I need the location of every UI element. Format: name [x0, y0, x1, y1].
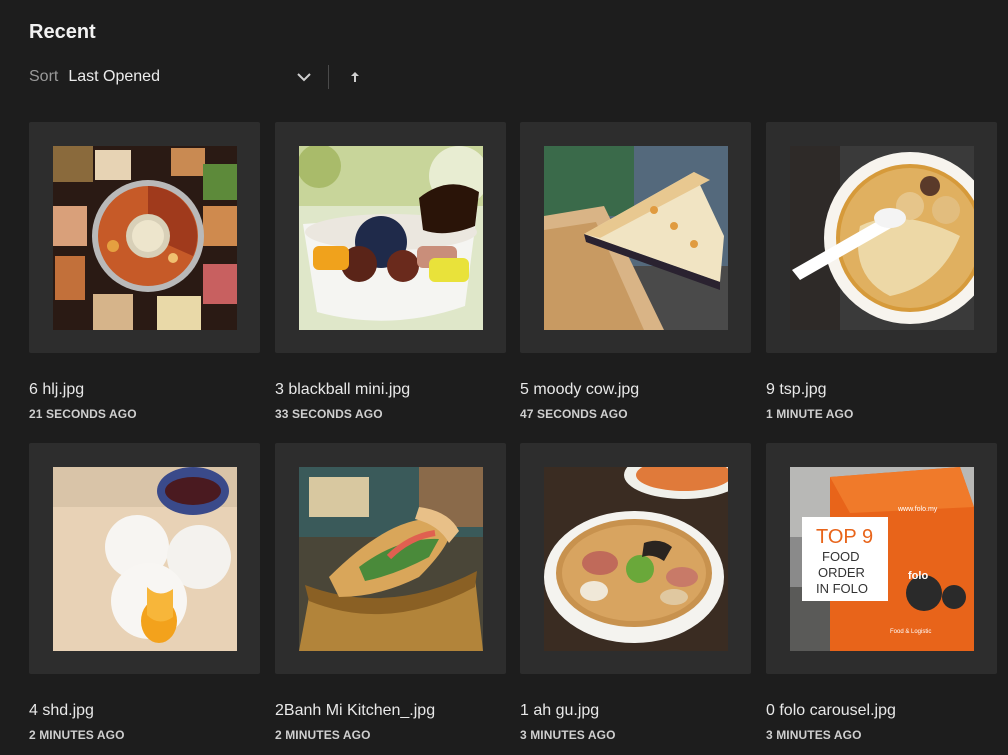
file-timestamp: 1 MINUTE AGO: [766, 407, 854, 421]
file-thumbnail[interactable]: [29, 122, 260, 353]
file-card[interactable]: 2Banh Mi Kitchen_.jpg 2 MINUTES AGO: [275, 443, 506, 742]
file-card[interactable]: 4 shd.jpg 2 MINUTES AGO: [29, 443, 260, 742]
sort-bar: Sort Last Opened: [29, 64, 363, 90]
promo-line4: IN FOLO: [816, 581, 868, 596]
promo-line2: FOOD: [822, 549, 860, 564]
file-card[interactable]: 5 moody cow.jpg 47 SECONDS AGO: [520, 122, 751, 421]
hotpot-photo: [52, 145, 237, 330]
delivery-bag-photo: www.folo.my folo Food & Logistic TOP 9 F…: [789, 466, 974, 651]
file-name[interactable]: 0 folo carousel.jpg: [766, 702, 997, 720]
file-timestamp: 21 SECONDS AGO: [29, 407, 137, 421]
ramen-photo: [543, 466, 728, 651]
file-name[interactable]: 2Banh Mi Kitchen_.jpg: [275, 702, 506, 720]
sort-dropdown-value[interactable]: Last Opened: [68, 68, 294, 86]
file-card[interactable]: 9 tsp.jpg 1 MINUTE AGO: [766, 122, 997, 421]
sort-label: Sort: [29, 68, 59, 85]
file-timestamp: 47 SECONDS AGO: [520, 407, 628, 421]
promo-line3: ORDER: [818, 565, 865, 580]
file-card[interactable]: 1 ah gu.jpg 3 MINUTES AGO: [520, 443, 751, 742]
promo-line1: TOP 9: [816, 526, 873, 548]
file-card[interactable]: 3 blackball mini.jpg 33 SECONDS AGO: [275, 122, 506, 421]
file-name[interactable]: 4 shd.jpg: [29, 702, 260, 720]
brand-text: folo: [908, 570, 928, 582]
file-thumbnail[interactable]: [520, 443, 751, 674]
file-name[interactable]: 6 hlj.jpg: [29, 381, 260, 399]
file-timestamp: 3 MINUTES AGO: [766, 728, 862, 742]
dessert-soup-photo: [789, 145, 974, 330]
file-name[interactable]: 9 tsp.jpg: [766, 381, 997, 399]
file-name[interactable]: 5 moody cow.jpg: [520, 381, 751, 399]
page-title: Recent: [29, 21, 96, 43]
site-text: www.folo.my: [897, 506, 938, 513]
sort-ascending-icon[interactable]: [347, 67, 363, 87]
file-card[interactable]: www.folo.my folo Food & Logistic TOP 9 F…: [766, 443, 997, 742]
cake-slice-photo: [543, 145, 728, 330]
file-name[interactable]: 3 blackball mini.jpg: [275, 381, 506, 399]
file-name[interactable]: 1 ah gu.jpg: [520, 702, 751, 720]
file-thumbnail[interactable]: [275, 443, 506, 674]
file-thumbnail[interactable]: www.folo.my folo Food & Logistic TOP 9 F…: [766, 443, 997, 674]
banh-mi-photo: [298, 466, 483, 651]
file-timestamp: 3 MINUTES AGO: [520, 728, 616, 742]
buns-photo: [52, 466, 237, 651]
file-thumbnail[interactable]: [275, 122, 506, 353]
file-timestamp: 2 MINUTES AGO: [29, 728, 125, 742]
tagline-text: Food & Logistic: [890, 629, 931, 635]
file-thumbnail[interactable]: [766, 122, 997, 353]
dessert-bowl-photo: [298, 145, 483, 330]
file-timestamp: 2 MINUTES AGO: [275, 728, 371, 742]
file-thumbnail[interactable]: [520, 122, 751, 353]
file-thumbnail[interactable]: [29, 443, 260, 674]
file-timestamp: 33 SECONDS AGO: [275, 407, 383, 421]
chevron-down-icon[interactable]: [294, 67, 314, 87]
file-card[interactable]: 6 hlj.jpg 21 SECONDS AGO: [29, 122, 260, 421]
divider: [328, 65, 330, 89]
